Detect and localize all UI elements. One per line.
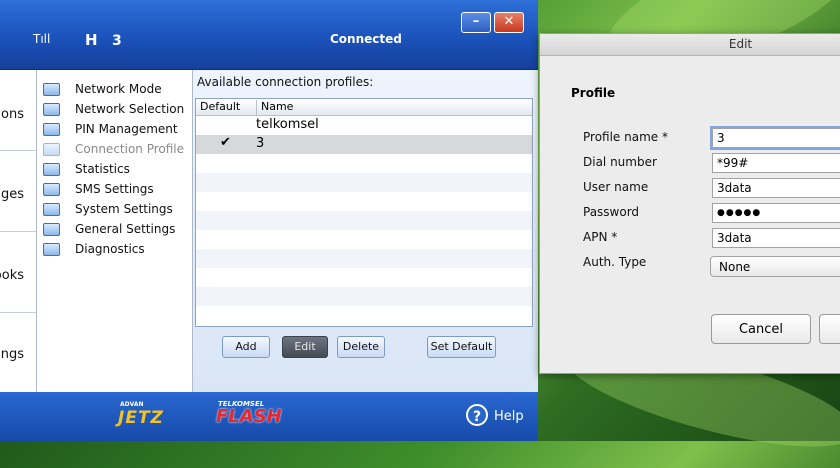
connection-profile-panel: Available connection profiles: Default N… [193,70,538,392]
settings-nav: Network Mode Network Selection PIN Manag… [37,70,193,392]
table-row[interactable]: telkomsel [196,116,532,135]
profile-name-cell: telkomsel [256,117,319,132]
nav-item-label: System Settings [75,202,173,216]
dial-number-field[interactable]: *99# [712,153,840,173]
dialog-title: Edit [728,37,753,51]
main-nav-item[interactable]: ings [0,313,36,393]
edit-profile-dialog: Edit Profile Profile name * 3 Dial numbe… [539,33,840,374]
main-nav-item[interactable]: ages [0,151,36,232]
help-icon[interactable]: ? [466,404,488,426]
hsdpa-icon: H [85,31,98,49]
main-nav-label: ages [0,187,24,202]
profile-name-cell: 3 [256,136,265,151]
minimize-button[interactable]: – [461,12,491,33]
user-name-label: User name [583,180,649,194]
default-checkmark-icon: ✔ [220,135,231,150]
dialog-title-bar: Edit [540,34,840,56]
nav-item-label: PIN Management [75,122,178,136]
nav-item-label: Connection Profile [75,142,185,156]
advan-logo-text: ADVAN [120,401,144,408]
footer-bar: ADVAN JETZ TELKOMSEL FLASH ? Help [0,392,538,441]
jetz-logo: JETZ [118,408,164,428]
nav-item-network-selection[interactable]: Network Selection [43,101,191,121]
nav-item-label: Network Selection [75,102,185,116]
table-row-empty [196,287,532,306]
table-row-empty [196,173,532,192]
close-button[interactable]: ✕ [494,12,524,33]
folder-icon [43,103,60,116]
modem-app-window: Tıll H 3 Connected – ✕ ions ages ooks in… [0,0,538,441]
add-button[interactable]: Add [222,336,270,358]
table-row-empty [196,249,532,268]
set-default-button[interactable]: Set Default [427,336,496,358]
auth-type-select[interactable]: None [710,256,840,277]
nav-item-label: General Settings [75,222,176,236]
delete-button[interactable]: Delete [337,336,385,358]
folder-icon [43,123,60,136]
nav-item-statistics[interactable]: Statistics [43,161,191,181]
network-type: 3 [112,33,122,49]
dial-number-label: Dial number [583,155,657,169]
edit-button[interactable]: Edit [282,336,328,358]
flash-logo: FLASH [216,406,282,427]
apn-field[interactable]: 3data [712,228,840,248]
ok-button[interactable] [819,314,840,344]
folder-icon [43,183,60,196]
main-nav-label: ings [0,347,24,362]
main-nav-item[interactable]: ooks [0,232,36,313]
main-nav-label: ions [0,107,24,122]
connection-status: Connected [330,32,402,46]
folder-icon [43,143,60,156]
nav-item-sms-settings[interactable]: SMS Settings [43,181,191,201]
help-link[interactable]: Help [494,409,524,424]
profile-name-field[interactable]: 3 [710,126,840,150]
nav-item-pin-management[interactable]: PIN Management [43,121,191,141]
folder-icon [43,203,60,216]
main-nav-label: ooks [0,268,24,283]
nav-item-network-mode[interactable]: Network Mode [43,81,191,101]
table-header: Default Name [196,99,532,116]
cancel-button[interactable]: Cancel [711,314,811,344]
table-row[interactable]: ✔ 3 [196,135,532,154]
password-label: Password [583,205,640,219]
main-nav-item[interactable]: ions [0,70,36,151]
nav-item-general-settings[interactable]: General Settings [43,221,191,241]
nav-item-label: Network Mode [75,82,162,96]
user-name-field[interactable]: 3data [712,178,840,198]
nav-item-label: Statistics [75,162,130,176]
nav-item-label: Diagnostics [75,242,145,256]
main-nav-pane: ions ages ooks ings [0,70,37,392]
nav-item-diagnostics[interactable]: Diagnostics [43,241,191,261]
table-row-empty [196,211,532,230]
nav-item-label: SMS Settings [75,182,154,196]
folder-icon [43,83,60,96]
auth-type-label: Auth. Type [583,255,647,269]
profiles-table: Default Name telkomsel ✔ 3 [195,98,533,327]
profiles-caption: Available connection profiles: [197,75,374,89]
title-bar: Tıll H 3 Connected – ✕ [0,0,538,70]
folder-icon [43,163,60,176]
folder-icon [43,243,60,256]
column-header-name[interactable]: Name [256,100,293,116]
profile-section-heading: Profile [571,86,616,100]
apn-label: APN * [583,230,618,244]
password-field[interactable]: ●●●●● [712,203,840,223]
profile-name-label: Profile name * [583,130,668,144]
nav-item-system-settings[interactable]: System Settings [43,201,191,221]
column-header-default[interactable]: Default [200,100,240,113]
folder-icon [43,223,60,236]
signal-strength-icon: Tıll [33,32,51,46]
nav-item-connection-profile[interactable]: Connection Profile [43,141,191,161]
